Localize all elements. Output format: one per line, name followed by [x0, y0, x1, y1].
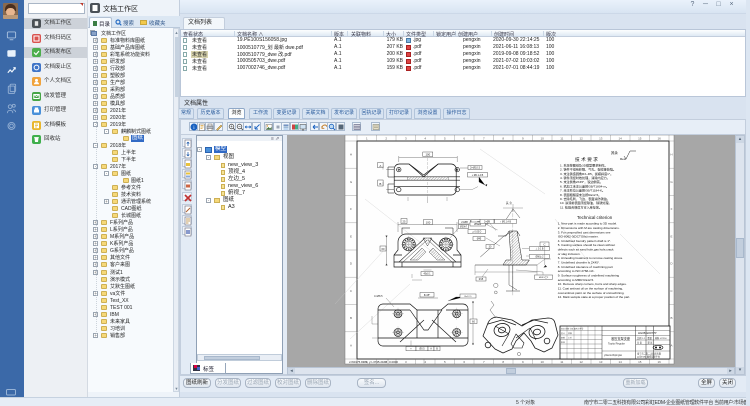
svg-text:2×Ø10.5: 2×Ø10.5: [470, 166, 481, 170]
svg-text:HG05322077P: HG05322077P: [638, 331, 657, 335]
svg-text:13: 13: [599, 360, 603, 364]
svg-text:液压支架支座: 液压支架支座: [611, 336, 631, 341]
svg-text:⊥ 0.1 B: ⊥ 0.1 B: [535, 248, 543, 251]
svg-text:工艺: 工艺: [568, 337, 572, 340]
svg-text:45±0.1: 45±0.1: [423, 274, 431, 276]
svg-text:Technical criterion: Technical criterion: [577, 215, 613, 220]
svg-text:12: 12: [580, 360, 584, 364]
svg-text:15: 15: [638, 137, 642, 141]
svg-text:11: 11: [560, 360, 563, 364]
svg-text:Ø0.5: Ø0.5: [419, 348, 425, 351]
svg-text:x=60175.9380, y=-3745.2168 , 0: x=60175.9380, y=-3745.2168 , 0.0000: [349, 360, 398, 364]
svg-text:5. Casting surface should be c: 5. Casting surface should be clean witho…: [558, 243, 615, 247]
svg-text:其 余: 其 余: [506, 201, 512, 205]
svg-text:其余: 其余: [611, 150, 618, 155]
svg-text:14: 14: [619, 360, 623, 364]
svg-text:10: 10: [541, 360, 545, 364]
svg-text:H: H: [670, 153, 672, 157]
svg-text:Rest: Rest: [620, 157, 626, 161]
svg-text:10. Remove sharp corners, burr: 10. Remove sharp corners, burrs and shar…: [558, 282, 627, 286]
svg-text:R15: R15: [479, 278, 484, 281]
svg-text:H: H: [350, 153, 352, 157]
svg-text:according to ISO 2768-mK.: according to ISO 2768-mK.: [558, 269, 595, 273]
svg-text:⌖ Ø0.1 A B: ⌖ Ø0.1 A B: [500, 220, 511, 223]
svg-text:yibantuzhipingtai: yibantuzhipingtai: [604, 354, 622, 357]
svg-text:15: 15: [638, 360, 642, 364]
svg-text:16: 16: [658, 137, 662, 141]
svg-text:F: F: [671, 207, 673, 211]
svg-text:Topito Regular: Topito Regular: [608, 342, 625, 346]
svg-text:▱ 0.05 D: ▱ 0.05 D: [472, 232, 482, 234]
svg-text:E: E: [670, 234, 672, 238]
svg-text:4×Ø8.5: 4×Ø8.5: [374, 294, 383, 298]
svg-text:Ø59d2: Ø59d2: [474, 224, 482, 226]
svg-text:B: B: [379, 182, 381, 186]
svg-text:2×Ø8: 2×Ø8: [484, 220, 491, 223]
svg-text:⌖ Ø0.1 A B: ⌖ Ø0.1 A B: [472, 174, 484, 177]
svg-text:A: A: [350, 343, 352, 347]
svg-text:2×Ø8: 2×Ø8: [461, 220, 468, 224]
svg-text:Ø30h7: Ø30h7: [460, 227, 468, 229]
svg-text:13: 13: [599, 137, 603, 141]
svg-text:16: 16: [658, 360, 662, 364]
svg-text:A: A: [670, 343, 672, 347]
svg-text:11: 11: [560, 137, 563, 141]
svg-text:E: E: [350, 234, 352, 238]
svg-text:12: 12: [580, 137, 584, 141]
svg-text:Ø45: Ø45: [477, 238, 482, 241]
svg-text:100: 100: [426, 221, 431, 225]
svg-text:12. Mark sample state at a pro: 12. Mark sample state at a proper positi…: [558, 295, 630, 299]
svg-text:F: F: [350, 207, 352, 211]
svg-text:8×45°: 8×45°: [424, 294, 430, 297]
svg-text:B: B: [670, 316, 672, 320]
svg-text:100: 100: [425, 153, 430, 157]
svg-text:B: B: [350, 316, 352, 320]
svg-text:11. 检验合格后方可入库存放。: 11. 检验合格后方可入库存放。: [560, 204, 602, 209]
svg-text:技术要求: 技术要求: [575, 156, 599, 163]
svg-text:2. Dimensions with M are casti: 2. Dimensions with M are casting dimensi…: [558, 226, 620, 230]
svg-text:10: 10: [541, 137, 545, 141]
svg-text:14: 14: [619, 137, 623, 141]
svg-text:6. Annealing treatment to remo: 6. Annealing treatment to remove casting…: [558, 256, 623, 260]
svg-text:Rz12.5: Rz12.5: [465, 296, 473, 298]
svg-text:A: A: [379, 164, 381, 168]
